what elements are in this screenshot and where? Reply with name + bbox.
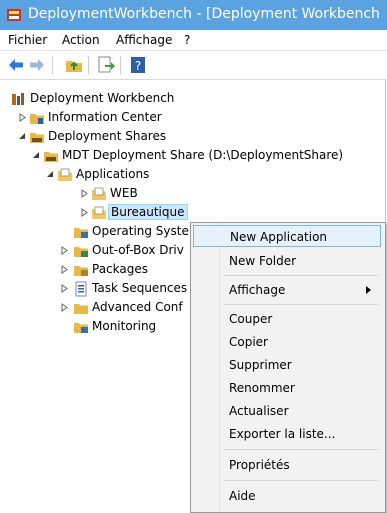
toolbar-separator [88,56,89,74]
tree-label: Bureautique [108,204,188,220]
menu-item-affichage[interactable]: Affichage [193,279,381,301]
menu-action[interactable]: Action [62,33,100,47]
forward-arrow-icon[interactable] [27,55,47,75]
submenu-arrow-icon [366,286,371,294]
monitoring-folder-icon [74,323,88,333]
menu-item-aide[interactable]: Aide [193,485,381,507]
svg-text:?: ? [135,59,141,73]
menu-help[interactable]: ? [184,33,190,47]
packages-folder-icon [74,266,88,276]
share-folder-icon [44,152,58,162]
tree-label: MDT Deployment Share (D:\DeploymentShare… [62,148,344,162]
menu-item-label: Aide [229,489,256,503]
os-folder-icon [74,228,88,238]
tree-label: Task Sequences [92,281,188,295]
shares-folder-icon [30,133,44,143]
information-folder-icon [30,114,44,124]
workbench-app-icon [7,9,21,21]
back-arrow-icon[interactable] [6,55,26,75]
tree-label: Applications [76,167,150,181]
menu-separator [223,480,379,481]
toolbar: ? [0,51,387,80]
menu-item-label: Couper [229,312,273,326]
tree-label: Deployment Workbench [30,91,175,105]
toolbar-separator [120,56,121,74]
menu-item-couper[interactable]: Couper [193,308,381,330]
expand-arrow-icon[interactable] [80,189,89,198]
menu-item-label: Propriétés [229,458,290,472]
expand-arrow-icon[interactable] [60,265,69,274]
folder-icon [92,187,106,200]
menu-item-renommer[interactable]: Renommer [193,377,381,399]
tree-label: Deployment Shares [48,129,167,143]
task-sequences-icon [75,281,87,297]
collapse-arrow-icon[interactable] [32,151,41,160]
expand-arrow-icon[interactable] [18,113,27,122]
expand-arrow-icon[interactable] [60,284,69,293]
tree-label: Advanced Conf [92,300,183,314]
menu-item-supprimer[interactable]: Supprimer [193,354,381,376]
menu-fichier[interactable]: Fichier [8,33,47,47]
tree-label: Out-of-Box Driv [92,243,184,257]
folder-icon [92,206,106,219]
collapse-arrow-icon[interactable] [46,170,55,179]
menu-item-label: Supprimer [229,358,292,372]
menu-item-new-folder[interactable]: New Folder [193,250,381,272]
menu-item-label: New Application [230,230,328,244]
title-bar: DeploymentWorkbench - [Deployment Workbe… [0,0,387,30]
menu-item-label: Affichage [229,283,286,297]
menu-item-label: Exporter la liste... [229,427,336,441]
applications-folder-icon [58,168,72,181]
workbench-icon [12,93,24,105]
menu-separator [223,304,379,305]
menu-separator [223,275,379,276]
menu-item-new-application[interactable]: New Application [193,225,381,247]
expand-arrow-icon[interactable] [60,303,69,312]
menu-item-exporter-la-liste[interactable]: Exporter la liste... [193,423,381,445]
help-icon[interactable]: ? [128,55,148,75]
tree-label: Monitoring [92,319,157,333]
tree-label: WEB [110,186,138,200]
collapse-arrow-icon[interactable] [18,132,27,141]
menu-item-label: New Folder [229,254,297,268]
drivers-folder-icon [74,247,88,257]
menu-item-actualiser[interactable]: Actualiser [193,400,381,422]
menu-affichage[interactable]: Affichage [116,33,172,47]
folder-icon [74,304,88,314]
expand-arrow-icon[interactable] [80,208,89,217]
up-folder-icon[interactable] [64,55,84,75]
menu-item-proprietes[interactable]: Propriétés [193,454,381,476]
export-list-icon[interactable] [96,55,116,75]
menu-item-label: Copier [229,335,268,349]
menu-bar: Fichier Action Affichage ? [0,30,387,51]
window-title: DeploymentWorkbench - [Deployment Workbe… [28,6,380,22]
tree-label: Information Center [48,110,162,124]
tree-label: Packages [92,262,148,276]
context-menu: New Application New Folder Affichage Cou… [190,222,386,513]
expand-arrow-icon[interactable] [60,246,69,255]
tree-label: Operating Syste [92,224,189,238]
menu-item-copier[interactable]: Copier [193,331,381,353]
menu-item-label: Renommer [229,381,295,395]
menu-item-label: Actualiser [229,404,289,418]
toolbar-separator [52,56,53,74]
menu-separator [223,449,379,450]
